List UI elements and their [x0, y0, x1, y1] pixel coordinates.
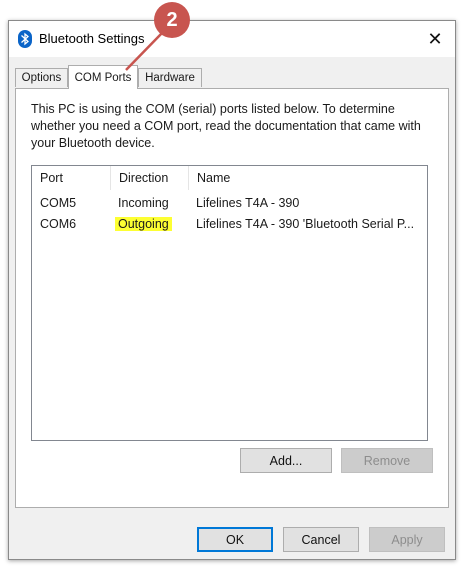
port-cell: COM6 — [40, 217, 77, 231]
step-number-badge: 2 — [154, 2, 190, 38]
table-row[interactable]: COM6 Outgoing Lifelines T4A - 390 'Bluet… — [32, 214, 427, 235]
direction-cell: Incoming — [118, 196, 169, 210]
column-header-port[interactable]: Port — [32, 166, 110, 190]
list-header: Port Direction Name — [32, 166, 427, 190]
direction-cell: Outgoing — [115, 214, 190, 235]
ok-button[interactable]: OK — [197, 527, 273, 552]
com-ports-list[interactable]: Port Direction Name COM5 Incoming Lifeli… — [31, 165, 428, 441]
name-cell: Lifelines T4A - 390 — [196, 196, 300, 210]
remove-button[interactable]: Remove — [341, 448, 433, 473]
apply-button[interactable]: Apply — [369, 527, 445, 552]
name-cell: Lifelines T4A - 390 'Bluetooth Serial P.… — [196, 217, 415, 231]
annotation-pointer-line — [125, 32, 163, 71]
com-ports-panel: This PC is using the COM (serial) ports … — [15, 88, 449, 508]
column-header-direction[interactable]: Direction — [110, 166, 188, 190]
highlighted-direction: Outgoing — [115, 217, 172, 231]
table-row[interactable]: COM5 Incoming Lifelines T4A - 390 — [32, 193, 427, 214]
cancel-button[interactable]: Cancel — [283, 527, 359, 552]
port-cell: COM5 — [40, 196, 77, 210]
column-header-name[interactable]: Name — [188, 166, 418, 190]
add-button[interactable]: Add... — [240, 448, 332, 473]
